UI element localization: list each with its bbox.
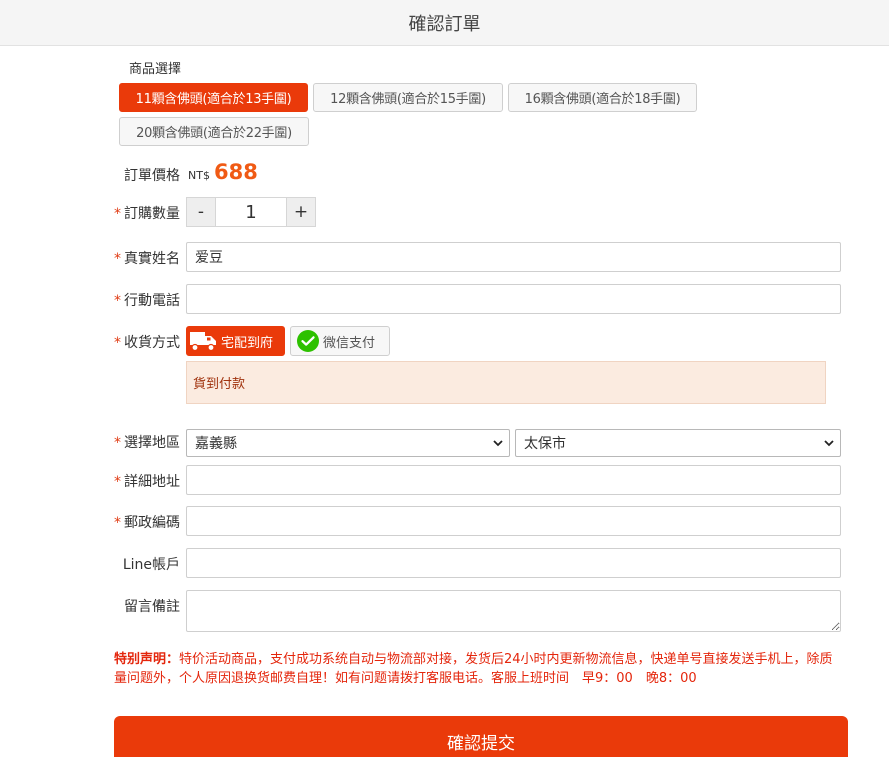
wechat-icon [296,329,320,353]
product-option-16[interactable]: 16顆含佛頭(適合於18手圍) [508,83,697,112]
product-section-label: 商品選擇 [129,62,182,77]
special-notice: 特别声明：特价活动商品，支付成功系统自动与物流部对接，发货后24小时内更新物流信… [114,650,844,688]
line-account-input[interactable] [186,548,841,578]
required-mark: * [114,335,121,351]
price-value: 688 [214,160,258,184]
line-label: Line帳戶 [122,557,180,573]
page-title: 確認訂單 [408,13,481,35]
remark-label: 留言備註 [124,599,180,615]
phone-input[interactable] [186,284,841,314]
name-label: * 真實姓名 [114,251,180,267]
quantity-increase-button[interactable]: + [286,198,315,226]
payment-method-note: 貨到付款 [186,361,826,404]
quantity-label: * 訂購數量 [114,206,180,222]
product-option-20[interactable]: 20顆含佛頭(適合於22手圍) [119,117,309,146]
quantity-stepper: - 1 + [186,197,316,227]
submit-button-label: 確認提交 [447,734,515,754]
truck-icon [189,329,218,353]
shipping-label: * 收貨方式 [114,335,180,351]
postal-label: * 郵政編碼 [114,515,180,531]
product-option-12[interactable]: 12顆含佛頭(適合於15手圍) [313,83,503,112]
address-input[interactable] [186,465,841,495]
required-mark: * [114,251,121,267]
city-select[interactable]: 太保市 [515,429,841,457]
shipping-option-label: 微信支付 [323,335,376,351]
required-mark: * [114,206,121,222]
shipping-option-home-delivery[interactable]: 宅配到府 [186,326,285,356]
remark-textarea[interactable] [186,590,841,632]
notice-title: 特别声明： [114,652,180,667]
required-mark: * [114,515,121,531]
required-mark: * [114,293,121,309]
county-select[interactable]: 嘉義縣 [186,429,510,457]
required-mark: * [114,435,121,451]
quantity-decrease-button[interactable]: - [187,198,216,226]
payment-method-text: 貨到付款 [193,377,246,392]
address-label: * 詳細地址 [114,474,180,490]
page-header: 確認訂單 [0,0,889,46]
region-label: * 選擇地區 [114,435,180,451]
chevron-down-icon [823,437,835,453]
submit-button[interactable]: 確認提交 [114,716,848,757]
product-option-11[interactable]: 11顆含佛頭(適合於13手圍) [119,83,308,112]
city-selected-value: 太保市 [524,436,566,452]
shipping-option-label: 宅配到府 [221,335,274,351]
name-input[interactable] [186,242,841,272]
phone-label: * 行動電話 [114,293,180,309]
required-mark: * [114,474,121,490]
price-label: 訂單價格 [124,168,180,184]
shipping-option-wechat-pay[interactable]: 微信支付 [290,326,390,356]
price-currency: NT$ [188,169,210,182]
notice-text: 特价活动商品，支付成功系统自动与物流部对接，发货后24小时内更新物流信息，快递单… [114,652,833,686]
county-selected-value: 嘉義縣 [195,436,237,452]
quantity-value[interactable]: 1 [216,198,286,226]
chevron-down-icon [492,437,504,453]
postal-code-input[interactable] [186,506,841,536]
